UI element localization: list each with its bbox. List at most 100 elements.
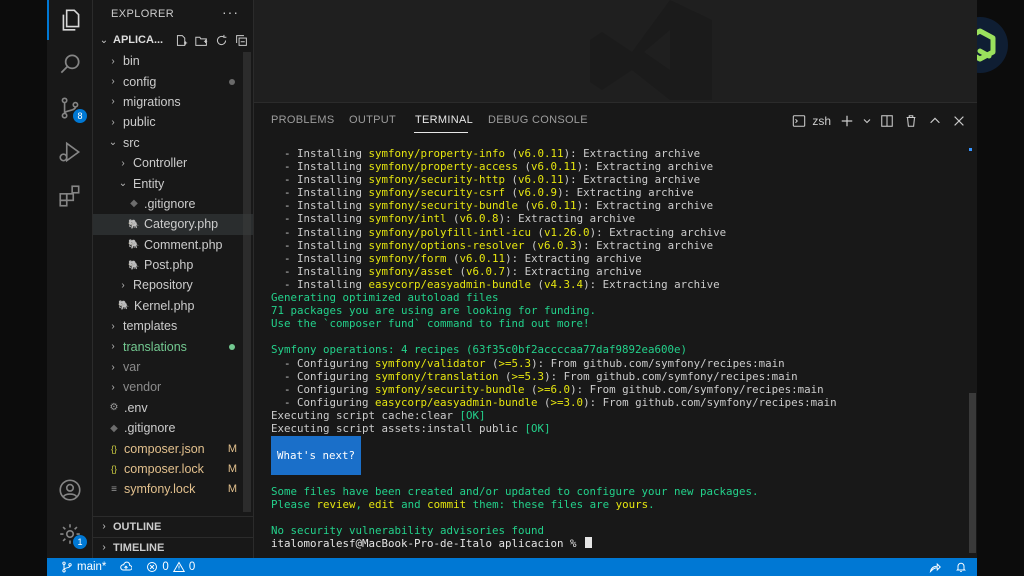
tree-item[interactable]: › vendor (93, 377, 253, 397)
split-terminal-icon[interactable] (879, 113, 895, 129)
search-icon[interactable] (47, 44, 93, 84)
terminal-text: ( (518, 160, 532, 174)
terminal-text: - Installing (271, 160, 369, 174)
explorer-more-icon[interactable]: ··· (222, 4, 239, 20)
outline-section[interactable]: › OUTLINE (93, 516, 253, 536)
collapse-all-icon[interactable] (231, 32, 251, 48)
terminal-scrollbar[interactable] (969, 393, 976, 553)
tree-item[interactable]: 🐘 Comment.php (93, 235, 253, 255)
tab-output[interactable]: OUTPUT (349, 114, 396, 126)
tree-item-label: templates (123, 319, 178, 334)
tree-item[interactable]: › bin (93, 51, 253, 71)
terminal-text: ( (453, 264, 467, 278)
terminal-text: symfony/property-info (368, 147, 506, 160)
new-folder-icon[interactable] (191, 32, 211, 48)
terminal-text: v6.0.11 (459, 251, 506, 265)
terminal-cursor (585, 537, 593, 549)
tree-item[interactable]: › templates (93, 316, 253, 336)
chevron-right-icon: › (111, 116, 115, 128)
chevron-down-icon[interactable] (863, 113, 871, 129)
terminal-line: Please review, edit and commit them: the… (271, 498, 961, 511)
maximize-panel-chevron-up-icon[interactable] (927, 113, 943, 129)
tree-item[interactable]: › translations (93, 336, 253, 356)
terminal-text: ): Extracting archive (498, 212, 636, 226)
chevron-right-icon: › (102, 521, 106, 532)
tree-item[interactable]: 🐘 Category.php (93, 214, 253, 235)
video-letterbox-right (977, 0, 1024, 576)
terminal-text: ): Extracting archive (563, 173, 701, 187)
chevron-down-icon: ⌄ (118, 178, 128, 190)
tree-item[interactable]: › Repository (93, 275, 253, 295)
tree-item[interactable]: ◆ .gitignore (93, 418, 253, 438)
tree-item-label: .gitignore (124, 421, 176, 436)
terminal-text: ( (505, 147, 519, 160)
notifications-bell-icon[interactable] (955, 561, 967, 573)
tab-terminal[interactable]: TERMINAL (415, 114, 473, 126)
terminal-line: No security vulnerability advisories fou… (271, 524, 961, 537)
tree-item-label: .env (124, 400, 148, 415)
tree-item[interactable]: 🐘 Kernel.php (93, 296, 253, 316)
trash-icon[interactable] (903, 113, 919, 129)
terminal-text: - Installing (271, 264, 369, 278)
workspace-folder-header[interactable]: ⌄ APLICA... (93, 30, 253, 50)
error-icon (147, 562, 158, 572)
chevron-down-icon: ⌄ (99, 34, 109, 46)
explorer-sidebar: EXPLORER ··· ⌄ APLICA... › bin › config › mig… (93, 0, 254, 558)
tree-item[interactable]: 🐘 Post.php (93, 255, 253, 275)
run-debug-icon[interactable] (47, 132, 93, 172)
new-terminal-plus-icon[interactable] (839, 113, 855, 129)
extensions-icon[interactable] (47, 176, 93, 216)
activity-bar: 8 1 (47, 0, 93, 558)
terminal-line: - Installing symfony/security-http (v6.0… (271, 173, 961, 186)
error-count: 0 (162, 561, 169, 573)
editor-area[interactable] (254, 0, 977, 102)
manage-gear-icon[interactable]: 1 (47, 514, 93, 554)
terminal-shell-selector[interactable]: zsh (791, 113, 831, 129)
explorer-icon[interactable] (47, 0, 93, 40)
tree-item[interactable]: › migrations (93, 92, 253, 112)
tree-item[interactable]: ◆ .gitignore (93, 194, 253, 214)
tree-item[interactable]: ⚙ .env (93, 398, 253, 418)
chevron-right-icon: › (111, 76, 115, 88)
tree-item[interactable]: {} composer.lock M (93, 459, 253, 479)
tree-item[interactable]: ⌄ src (93, 133, 253, 153)
tree-item-label: public (123, 115, 156, 130)
panel-tabs: PROBLEMS OUTPUT TERMINAL DEBUG CONSOLE z… (254, 103, 977, 138)
tree-item[interactable]: › Controller (93, 153, 253, 173)
refresh-icon[interactable] (211, 32, 231, 48)
tree-item[interactable]: ≡ symfony.lock M (93, 479, 253, 499)
terminal-text: ( (505, 173, 519, 187)
source-control-icon[interactable]: 8 (47, 88, 93, 128)
tree-item[interactable]: › public (93, 112, 253, 132)
timeline-section[interactable]: › TIMELINE (93, 537, 253, 557)
sync-status[interactable] (120, 561, 133, 573)
terminal-text: ): Extracting archive (505, 264, 642, 278)
accounts-icon[interactable] (47, 470, 93, 510)
terminal-prompt-line[interactable]: italomoralesf@MacBook-Pro-de-Italo aplic… (271, 537, 961, 550)
close-icon[interactable] (951, 113, 967, 129)
new-file-icon[interactable] (171, 32, 191, 48)
tree-item-label: Controller (133, 156, 188, 171)
sidebar-scrollbar[interactable] (243, 52, 251, 512)
git-branch-status[interactable]: main* (61, 561, 106, 573)
terminal-text: No security vulnerability advisories fou… (271, 524, 545, 538)
php-file-icon: 🐘 (128, 218, 140, 229)
terminal-text: v6.0.8 (459, 212, 499, 226)
terminal-output[interactable]: - Installing symfony/property-info (v6.0… (271, 147, 961, 551)
problems-status[interactable]: 0 0 (146, 561, 195, 573)
cloud-upload-icon (120, 561, 133, 571)
terminal-line: 71 packages you are using are looking fo… (271, 304, 961, 317)
tree-item[interactable]: › config (93, 71, 253, 91)
terminal-text: v6.0.11 (518, 147, 564, 160)
tree-item-label: translations (123, 339, 187, 354)
tab-problems[interactable]: PROBLEMS (271, 114, 335, 126)
terminal-text: symfony/intl (368, 212, 447, 226)
terminal-text: symfony/security-bundle (368, 199, 519, 213)
tree-item-label: vendor (123, 380, 162, 395)
tab-debug-console[interactable]: DEBUG CONSOLE (488, 114, 588, 126)
tree-item[interactable]: › var (93, 357, 253, 377)
tree-item[interactable]: {} composer.json M (93, 438, 253, 458)
json-braces-icon: {} (110, 464, 117, 474)
live-share-icon[interactable] (929, 561, 941, 573)
tree-item[interactable]: ⌄ Entity (93, 173, 253, 193)
